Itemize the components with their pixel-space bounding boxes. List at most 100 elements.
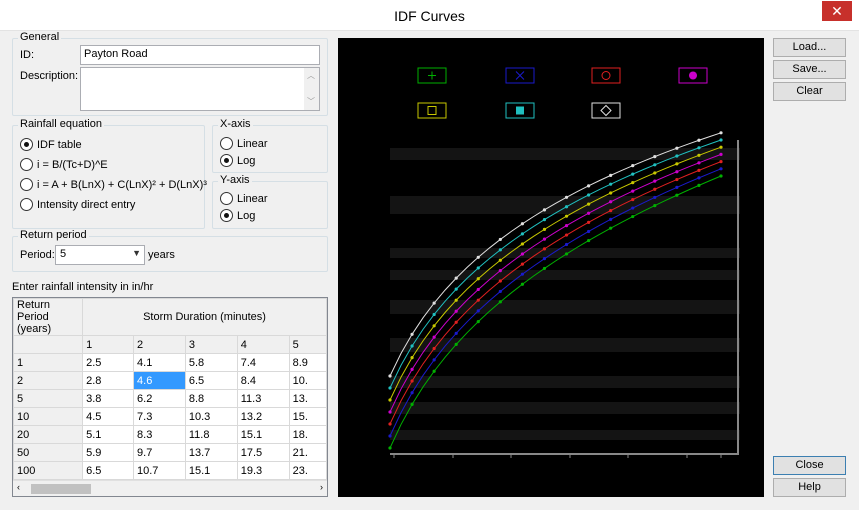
series-point bbox=[697, 168, 701, 172]
series-point bbox=[697, 146, 701, 150]
description-field[interactable] bbox=[80, 67, 320, 111]
series-point bbox=[631, 172, 635, 176]
series-point bbox=[631, 189, 635, 193]
x-axis-log[interactable]: Log bbox=[220, 154, 255, 167]
intensity-cell[interactable]: 10. bbox=[288, 371, 327, 390]
intensity-cell[interactable]: 15.1 bbox=[184, 461, 238, 480]
series-point bbox=[697, 138, 701, 142]
intensity-cell[interactable]: 8.9 bbox=[288, 353, 327, 372]
load-button[interactable]: Load... bbox=[773, 38, 846, 57]
rainfall-option-direct-entry[interactable]: Intensity direct entry bbox=[20, 198, 135, 211]
series-point bbox=[388, 386, 392, 390]
intensity-cell[interactable]: 4.6 bbox=[133, 371, 186, 390]
intensity-cell[interactable]: 4.5 bbox=[82, 407, 135, 426]
series-point bbox=[498, 248, 502, 252]
intensity-cell[interactable]: 10.3 bbox=[184, 407, 238, 426]
legend-marker bbox=[601, 71, 611, 80]
scroll-left-icon[interactable]: ‹ bbox=[17, 482, 20, 492]
intensity-cell[interactable]: 19.3 bbox=[236, 461, 290, 480]
x-axis-linear[interactable]: Linear bbox=[220, 137, 268, 150]
intensity-cell[interactable]: 6.5 bbox=[184, 371, 238, 390]
radio-icon bbox=[20, 158, 33, 171]
intensity-cell[interactable]: 2.8 bbox=[82, 371, 135, 390]
series-point bbox=[564, 195, 569, 199]
idf-chart-svg bbox=[388, 67, 740, 458]
series-point bbox=[587, 220, 591, 224]
series-point bbox=[498, 289, 502, 294]
series-point bbox=[410, 379, 414, 383]
rainfall-option-label: IDF table bbox=[37, 138, 82, 151]
window-close-button[interactable]: ✕ bbox=[822, 1, 852, 21]
series-point bbox=[520, 242, 524, 246]
intensity-cell[interactable]: 5.9 bbox=[82, 443, 135, 462]
intensity-cell[interactable]: 11.3 bbox=[236, 389, 290, 408]
series-point bbox=[432, 335, 436, 339]
y-axis-log[interactable]: Log bbox=[220, 209, 255, 222]
intensity-cell[interactable]: 8.8 bbox=[184, 389, 238, 408]
series-point bbox=[388, 410, 392, 414]
scrollbar-thumb[interactable] bbox=[31, 484, 91, 494]
intensity-cell[interactable]: 6.2 bbox=[133, 389, 186, 408]
intensity-cell[interactable]: 15.1 bbox=[236, 425, 290, 444]
intensity-cell[interactable]: 13. bbox=[288, 389, 327, 408]
intensity-cell[interactable]: 13.2 bbox=[236, 407, 290, 426]
intensity-cell[interactable]: 13.7 bbox=[184, 443, 238, 462]
intensity-cell[interactable]: 10.7 bbox=[133, 461, 186, 480]
series-point bbox=[675, 185, 679, 189]
intensity-cell[interactable]: 18. bbox=[288, 425, 327, 444]
y-axis-linear[interactable]: Linear bbox=[220, 192, 268, 205]
series-point bbox=[542, 218, 547, 222]
help-button[interactable]: Help bbox=[773, 478, 846, 497]
intensity-cell[interactable]: 15. bbox=[288, 407, 327, 426]
intensity-cell[interactable]: 2.5 bbox=[82, 353, 135, 372]
corner-header: Return Period (years) bbox=[13, 298, 84, 336]
series-point bbox=[719, 138, 723, 142]
series-point bbox=[388, 374, 392, 378]
intensity-cell[interactable]: 23. bbox=[288, 461, 327, 480]
intensity-cell[interactable]: 6.5 bbox=[82, 461, 135, 480]
intensity-cell[interactable]: 9.7 bbox=[133, 443, 186, 462]
period-label: Period: bbox=[20, 249, 55, 261]
intensity-cell[interactable]: 5.1 bbox=[82, 425, 135, 444]
intensity-cell[interactable]: 17.5 bbox=[236, 443, 290, 462]
rainfall-option-power-equation[interactable]: i = B/(Tc+D)^E bbox=[20, 158, 108, 171]
return-period-label: Return period bbox=[18, 229, 89, 241]
series-point bbox=[719, 152, 723, 156]
id-field[interactable]: Payton Road bbox=[80, 45, 320, 65]
series-point bbox=[609, 182, 613, 186]
series-point bbox=[609, 226, 613, 230]
series-point bbox=[587, 229, 591, 234]
x-axis-option-label: Log bbox=[237, 154, 256, 167]
series-point bbox=[719, 167, 723, 171]
scroll-right-icon[interactable]: › bbox=[320, 482, 323, 492]
legend-marker bbox=[689, 71, 697, 80]
rainfall-option-log-polynomial[interactable]: i = A + B(LnX) + C(LnX)² + D(LnX)³ bbox=[20, 178, 207, 191]
radio-selected-icon bbox=[220, 154, 233, 167]
period-select[interactable]: 5 ▼ bbox=[55, 245, 145, 265]
intensity-cell[interactable]: 11.8 bbox=[184, 425, 238, 444]
clear-button[interactable]: Clear bbox=[773, 82, 846, 101]
description-scrollbar[interactable]: ︿ ﹀ bbox=[304, 68, 319, 110]
intensity-cell[interactable]: 3.8 bbox=[82, 389, 135, 408]
intensity-cell[interactable]: 8.3 bbox=[133, 425, 186, 444]
intensity-cell[interactable]: 7.4 bbox=[236, 353, 290, 372]
rainfall-option-label: i = A + B(LnX) + C(LnX)² + D(LnX)³ bbox=[37, 178, 207, 191]
legend-marker bbox=[515, 71, 525, 80]
series-point bbox=[476, 287, 480, 292]
radio-selected-icon bbox=[20, 138, 33, 151]
intensity-cell[interactable]: 21. bbox=[288, 443, 327, 462]
series-point bbox=[631, 206, 635, 210]
series-point bbox=[454, 331, 458, 335]
series-point bbox=[631, 164, 635, 168]
rainfall-option-idf-table[interactable]: IDF table bbox=[20, 138, 82, 151]
close-button[interactable]: Close bbox=[773, 456, 846, 475]
save-button[interactable]: Save... bbox=[773, 60, 846, 79]
intensity-cell[interactable]: 4.1 bbox=[133, 353, 186, 372]
table-row: 100 6.5 10.7 15.1 19.3 23. bbox=[13, 461, 327, 480]
series-point bbox=[564, 224, 569, 228]
intensity-cell[interactable]: 5.8 bbox=[184, 353, 238, 372]
intensity-cell[interactable]: 8.4 bbox=[236, 371, 290, 390]
intensity-cell[interactable]: 7.3 bbox=[133, 407, 186, 426]
table-horizontal-scrollbar[interactable]: ‹ › bbox=[13, 480, 327, 496]
series-point bbox=[653, 179, 657, 183]
